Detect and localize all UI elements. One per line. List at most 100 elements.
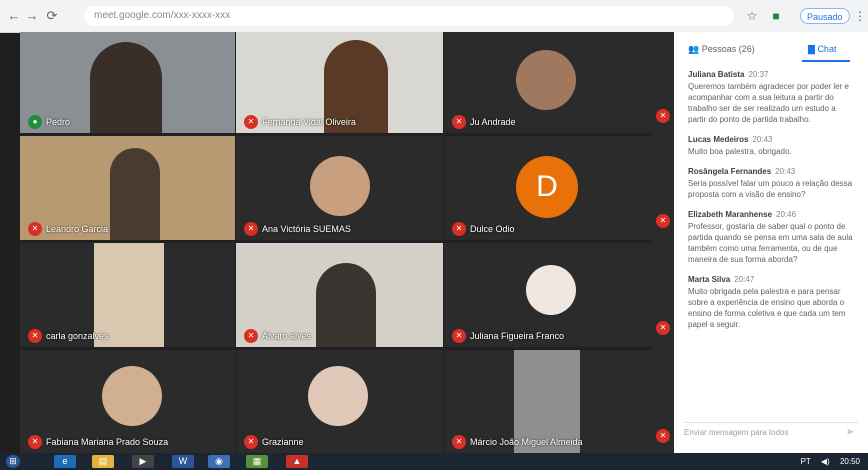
clock[interactable]: 20:50 [840, 457, 860, 466]
reload-icon[interactable]: ⟳ [44, 8, 60, 24]
participant-name: Ana Victória SUEMAS [262, 224, 351, 234]
mic-on-icon: ● [28, 115, 42, 129]
mic-off-icon: ✕ [28, 329, 42, 343]
folder-icon[interactable]: ▤ [92, 455, 114, 468]
message-time: 20:43 [752, 135, 773, 144]
mic-off-icon: ✕ [656, 214, 670, 228]
avatar [310, 156, 370, 216]
participant-name: Márcio João Miguel Almeida [470, 437, 583, 447]
chat-message: Marta Silva 20:47 Muito obrigada pela pal… [674, 271, 868, 336]
participant-name: Juliana Figueira Franco [470, 331, 565, 341]
participant-name: Álvaro alves [262, 331, 312, 341]
message-text: Queremos também agradecer por poder ler … [688, 82, 849, 124]
participant-tile[interactable]: D ✕ Dulce Odio [444, 136, 652, 240]
tray-language[interactable]: PT [801, 457, 811, 466]
participant-tile[interactable]: ✕ Ju Andrade [444, 32, 652, 133]
address-bar[interactable]: meet.google.com/xxx-xxxx-xxx [84, 6, 734, 26]
letter-avatar: D [516, 156, 578, 218]
mic-off-icon: ✕ [28, 222, 42, 236]
extension-icon[interactable]: ■ [768, 8, 784, 24]
tab-people-label: Pessoas (26) [701, 44, 755, 54]
message-time: 20:43 [775, 167, 796, 176]
back-icon[interactable]: ← [6, 8, 22, 24]
message-sender: Lucas Medeiros [688, 135, 749, 144]
mic-off-icon: ✕ [244, 329, 258, 343]
start-icon[interactable]: ⊞ [6, 455, 20, 468]
avatar [308, 366, 368, 426]
ie-icon[interactable]: e [54, 455, 76, 468]
participant-name: Leandro Garcia [46, 224, 109, 234]
tab-people[interactable]: 👥 Pessoas (26) [688, 40, 755, 58]
compose-placeholder: Enviar mensagem para todos [684, 428, 789, 437]
participant-tile[interactable]: ✕ Grazianne [236, 350, 443, 453]
participant-tile[interactable]: ✕ Juliana Figueira Franco [444, 243, 652, 347]
people-icon: 👥 [688, 44, 700, 54]
volume-icon[interactable]: ◀) [821, 457, 830, 466]
mic-off-icon: ✕ [656, 321, 670, 335]
avatar [102, 366, 162, 426]
message-sender: Marta Silva [688, 275, 731, 284]
overflow-tiles-strip: ✕ ✕ ✕ ✕ [652, 32, 674, 453]
chat-icon: ▇ [808, 44, 815, 54]
participant-tile[interactable]: ✕ carla gonzalves [20, 243, 235, 347]
mic-off-icon: ✕ [452, 115, 466, 129]
send-icon[interactable]: ➤ [842, 423, 858, 443]
video-frame [110, 148, 160, 240]
chat-panel: 👥 Pessoas (26) ▇ Chat Juliana Batista 20:… [674, 32, 868, 453]
menu-icon[interactable]: ⋮ [852, 8, 868, 24]
avatar [516, 50, 576, 110]
message-time: 20:46 [776, 210, 797, 219]
avatar [526, 265, 576, 315]
message-text: Muito obrigada pela palestra e para pens… [688, 287, 846, 329]
participant-tile[interactable]: ✕ Fernanda Vidal Oliveira [236, 32, 443, 133]
message-text: Seria possível falar um pouco a relação … [688, 179, 853, 199]
browser-toolbar: ← → ⟳ meet.google.com/xxx-xxxx-xxx ☆ ■ P… [0, 0, 868, 33]
chat-compose-input[interactable]: Enviar mensagem para todos ➤ [684, 422, 858, 443]
word-icon[interactable]: W [172, 455, 194, 468]
participant-name: Fernanda Vidal Oliveira [262, 117, 356, 127]
participant-name: Grazianne [262, 437, 304, 447]
participant-tile[interactable]: ✕ Leandro Garcia [20, 136, 235, 240]
star-icon[interactable]: ☆ [744, 8, 760, 24]
message-text: Muito boa palestra, obrigado. [688, 147, 792, 156]
message-sender: Juliana Batista [688, 70, 745, 79]
mic-off-icon: ✕ [656, 109, 670, 123]
profile-paused-button[interactable]: Pausado [800, 8, 850, 24]
participant-tile[interactable]: ● Pedro [20, 32, 235, 133]
mic-off-icon: ✕ [244, 115, 258, 129]
message-text: Professor, gostaria de saber qual o pont… [688, 222, 853, 264]
mic-off-icon: ✕ [244, 435, 258, 449]
mic-off-icon: ✕ [452, 222, 466, 236]
media-icon[interactable]: ▶ [132, 455, 154, 468]
chat-message: Rosângela Fernandes 20:43 Seria possível … [674, 163, 868, 206]
chat-message: Juliana Batista 20:37 Queremos também agr… [674, 66, 868, 131]
chat-messages: Juliana Batista 20:37 Queremos também agr… [674, 66, 868, 416]
app-icon[interactable]: ▦ [246, 455, 268, 468]
participant-tile[interactable]: ✕ Ana Victória SUEMAS [236, 136, 443, 240]
message-time: 20:47 [734, 275, 755, 284]
tab-chat-label: Chat [817, 44, 837, 54]
system-tray: PT ◀) 20:50 [801, 455, 860, 468]
active-tab-indicator [802, 60, 850, 62]
message-time: 20:37 [748, 70, 769, 79]
tab-chat[interactable]: ▇ Chat [808, 40, 836, 58]
message-sender: Elizabeth Maranhense [688, 210, 773, 219]
participant-tile[interactable]: ✕ Álvaro alves [236, 243, 443, 347]
participant-name: Ju Andrade [470, 117, 516, 127]
forward-icon[interactable]: → [24, 8, 40, 24]
participant-name: Fabiana Mariana Prado Souza [46, 437, 169, 447]
video-grid: ● Pedro ✕ Fernanda Vidal Oliveira ✕ Ju A… [20, 32, 652, 453]
message-sender: Rosângela Fernandes [688, 167, 772, 176]
video-frame [90, 42, 162, 133]
pdf-icon[interactable]: ▲ [286, 455, 308, 468]
participant-name: carla gonzalves [46, 331, 109, 341]
mic-off-icon: ✕ [244, 222, 258, 236]
mic-off-icon: ✕ [452, 435, 466, 449]
mic-off-icon: ✕ [452, 329, 466, 343]
mic-off-icon: ✕ [656, 429, 670, 443]
chrome-icon[interactable]: ◉ [208, 455, 230, 468]
participant-tile[interactable]: ✕ Márcio João Miguel Almeida [444, 350, 652, 453]
mic-off-icon: ✕ [28, 435, 42, 449]
participant-tile[interactable]: ✕ Fabiana Mariana Prado Souza [20, 350, 235, 453]
taskbar: ⊞ e ▤ ▶ W ◉ ▦ ▲ PT ◀) 20:50 [0, 453, 868, 470]
